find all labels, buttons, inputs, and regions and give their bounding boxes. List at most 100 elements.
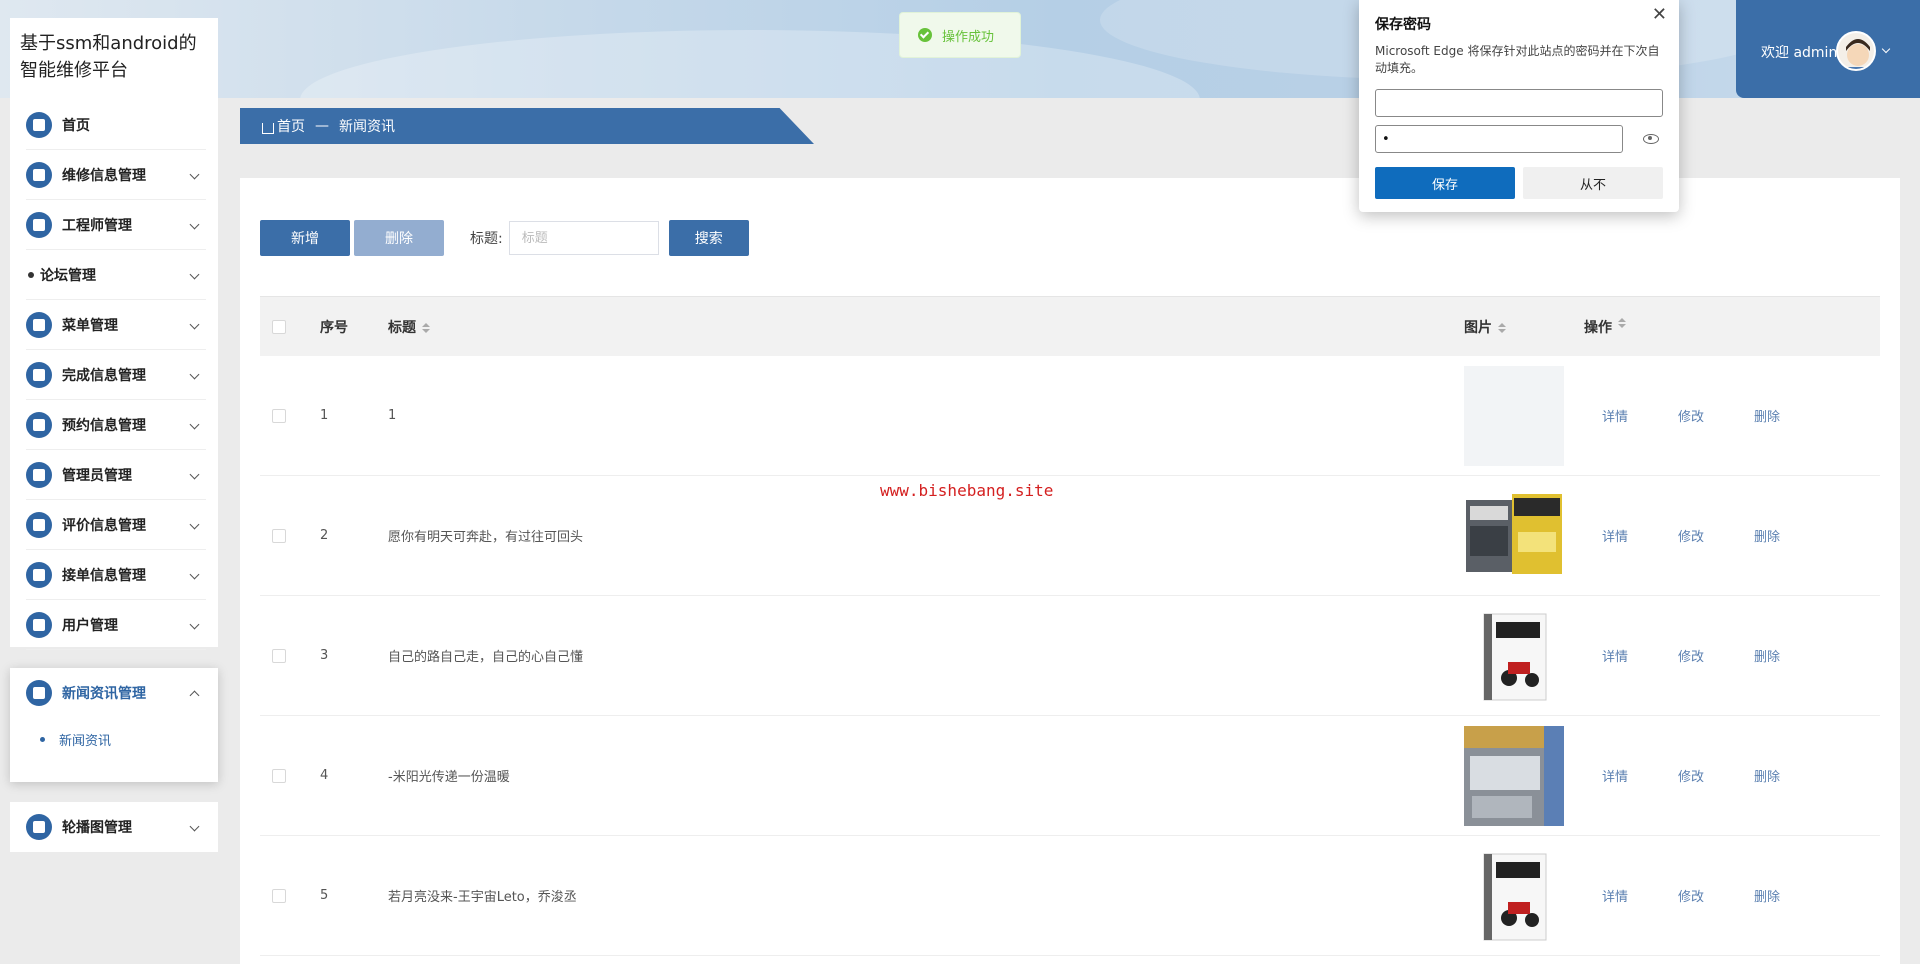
chevron-down-icon [189, 419, 200, 430]
row-checkbox[interactable] [272, 528, 286, 543]
sidebar-item-reviews[interactable]: 评价信息管理 [26, 500, 206, 550]
sidebar-item-menus[interactable]: 菜单管理 [26, 300, 206, 350]
image-icon [26, 814, 52, 840]
edit-link[interactable]: 修改 [1678, 526, 1714, 545]
sidebar-item-label: 新闻资讯管理 [62, 686, 146, 702]
edit-link[interactable]: 修改 [1678, 766, 1714, 785]
chevron-down-icon [189, 269, 200, 280]
bullet-icon [40, 736, 45, 742]
header-title[interactable]: 标题 [388, 317, 1464, 337]
table-row: 5 若月亮没来-王宇宙Leto，乔浚丞 详情 修改 删除 [260, 836, 1880, 956]
menu-icon [26, 311, 52, 338]
chevron-down-icon [189, 519, 200, 530]
detail-link[interactable]: 详情 [1602, 526, 1638, 545]
row-checkbox[interactable] [272, 648, 286, 663]
select-all-checkbox[interactable] [272, 319, 286, 334]
detail-link[interactable]: 详情 [1602, 646, 1638, 665]
chevron-down-icon [189, 369, 200, 380]
chevron-down-icon [189, 469, 200, 480]
sidebar-item-completed[interactable]: 完成信息管理 [26, 350, 206, 400]
avatar[interactable] [1836, 31, 1876, 71]
delete-link[interactable]: 删除 [1754, 886, 1790, 905]
chevron-down-icon[interactable] [1881, 44, 1891, 54]
eye-icon[interactable] [1643, 134, 1659, 144]
add-button[interactable]: 新增 [260, 220, 350, 256]
sidebar-item-news-management[interactable]: 新闻资讯管理 [26, 668, 206, 718]
sidebar-item-label: 工程师管理 [62, 217, 132, 234]
sort-icon[interactable] [1498, 322, 1506, 333]
sidebar-subitem-label: 新闻资讯 [59, 733, 112, 749]
edit-link[interactable]: 修改 [1678, 646, 1714, 665]
close-icon[interactable]: ✕ [1652, 4, 1667, 25]
sidebar-group-carousel: 轮播图管理 [10, 802, 218, 852]
sidebar-subitem-news[interactable]: 新闻资讯 [40, 724, 218, 754]
table-row: 2 愿你有明天可奔赴，有过往可回头 详情 修改 删除 [260, 476, 1880, 596]
sidebar-item-appointments[interactable]: 预约信息管理 [26, 400, 206, 450]
delete-link[interactable]: 删除 [1754, 406, 1790, 425]
home-icon [262, 122, 274, 134]
chevron-down-icon [189, 569, 200, 580]
header-image[interactable]: 图片 [1464, 317, 1584, 337]
user-icon [26, 611, 52, 638]
table-row: 1 1 详情 修改 删除 [260, 356, 1880, 476]
detail-link[interactable]: 详情 [1602, 406, 1638, 425]
sidebar-item-repair-info[interactable]: 维修信息管理 [26, 150, 206, 200]
header-ops[interactable]: 操作 [1584, 317, 1880, 337]
row-title: 1 [388, 408, 397, 423]
delete-link[interactable]: 删除 [1754, 646, 1790, 665]
sort-icon[interactable] [422, 322, 430, 333]
sidebar-group-news: 新闻资讯管理 新闻资讯 [10, 668, 218, 782]
row-checkbox[interactable] [272, 888, 286, 903]
detail-link[interactable]: 详情 [1602, 886, 1638, 905]
welcome-text: 欢迎 admin [1761, 45, 1838, 61]
delete-button[interactable]: 删除 [354, 220, 444, 256]
chevron-up-icon [189, 690, 200, 701]
sort-icon[interactable] [1618, 317, 1626, 328]
sidebar-item-home[interactable]: 首页 [26, 100, 206, 150]
user-menu[interactable]: 欢迎 admin [1736, 0, 1920, 98]
password-field[interactable] [1375, 125, 1623, 153]
sidebar-item-label: 用户管理 [62, 617, 118, 634]
chevron-down-icon [189, 219, 200, 230]
detail-link[interactable]: 详情 [1602, 766, 1638, 785]
home-icon [26, 111, 52, 138]
sidebar-item-engineers[interactable]: 工程师管理 [26, 200, 206, 250]
sidebar-item-label: 首页 [62, 117, 90, 134]
delete-link[interactable]: 删除 [1754, 766, 1790, 785]
save-password-button[interactable]: 保存 [1375, 167, 1515, 199]
dialog-title: 保存密码 [1375, 17, 1431, 33]
sidebar-item-users[interactable]: 用户管理 [26, 600, 206, 650]
calendar-icon [26, 411, 52, 438]
engineer-icon [26, 211, 52, 238]
row-title: 自己的路自己走，自己的心自己懂 [388, 650, 584, 665]
row-checkbox[interactable] [272, 768, 286, 783]
row-no: 1 [320, 408, 329, 423]
search-input[interactable] [508, 221, 659, 255]
sidebar-item-label: 菜单管理 [62, 317, 118, 334]
edit-link[interactable]: 修改 [1678, 406, 1714, 425]
header-corner [1900, 70, 1920, 98]
comment-icon [26, 511, 52, 538]
row-image [1464, 365, 1564, 466]
sidebar-item-forum[interactable]: 论坛管理 [26, 250, 206, 300]
sidebar-item-admins[interactable]: 管理员管理 [26, 450, 206, 500]
username-field[interactable] [1375, 89, 1663, 117]
never-save-button[interactable]: 从不 [1523, 167, 1663, 199]
delete-link[interactable]: 删除 [1754, 526, 1790, 545]
breadcrumb-home[interactable]: 首页 [277, 116, 305, 136]
sidebar-item-orders[interactable]: 接单信息管理 [26, 550, 206, 600]
table-row: 4 -米阳光传递一份温暖 详情 修改 删除 [260, 716, 1880, 836]
row-title: -米阳光传递一份温暖 [388, 770, 510, 785]
table-header: 序号 标题 图片 操作 [260, 296, 1880, 356]
save-password-dialog: 保存密码 ✕ Microsoft Edge 将保存针对此站点的密码并在下次自动填… [1359, 0, 1679, 212]
sidebar-item-carousel[interactable]: 轮播图管理 [26, 802, 206, 852]
search-button[interactable]: 搜索 [668, 220, 749, 256]
check-icon [26, 361, 52, 388]
sidebar-item-label: 论坛管理 [40, 267, 96, 284]
sidebar-item-label: 维修信息管理 [62, 167, 146, 184]
user-icon [26, 461, 52, 488]
edit-link[interactable]: 修改 [1678, 886, 1714, 905]
dialog-description: Microsoft Edge 将保存针对此站点的密码并在下次自动填充。 [1375, 44, 1660, 75]
row-checkbox[interactable] [272, 408, 286, 423]
row-image [1464, 725, 1564, 826]
